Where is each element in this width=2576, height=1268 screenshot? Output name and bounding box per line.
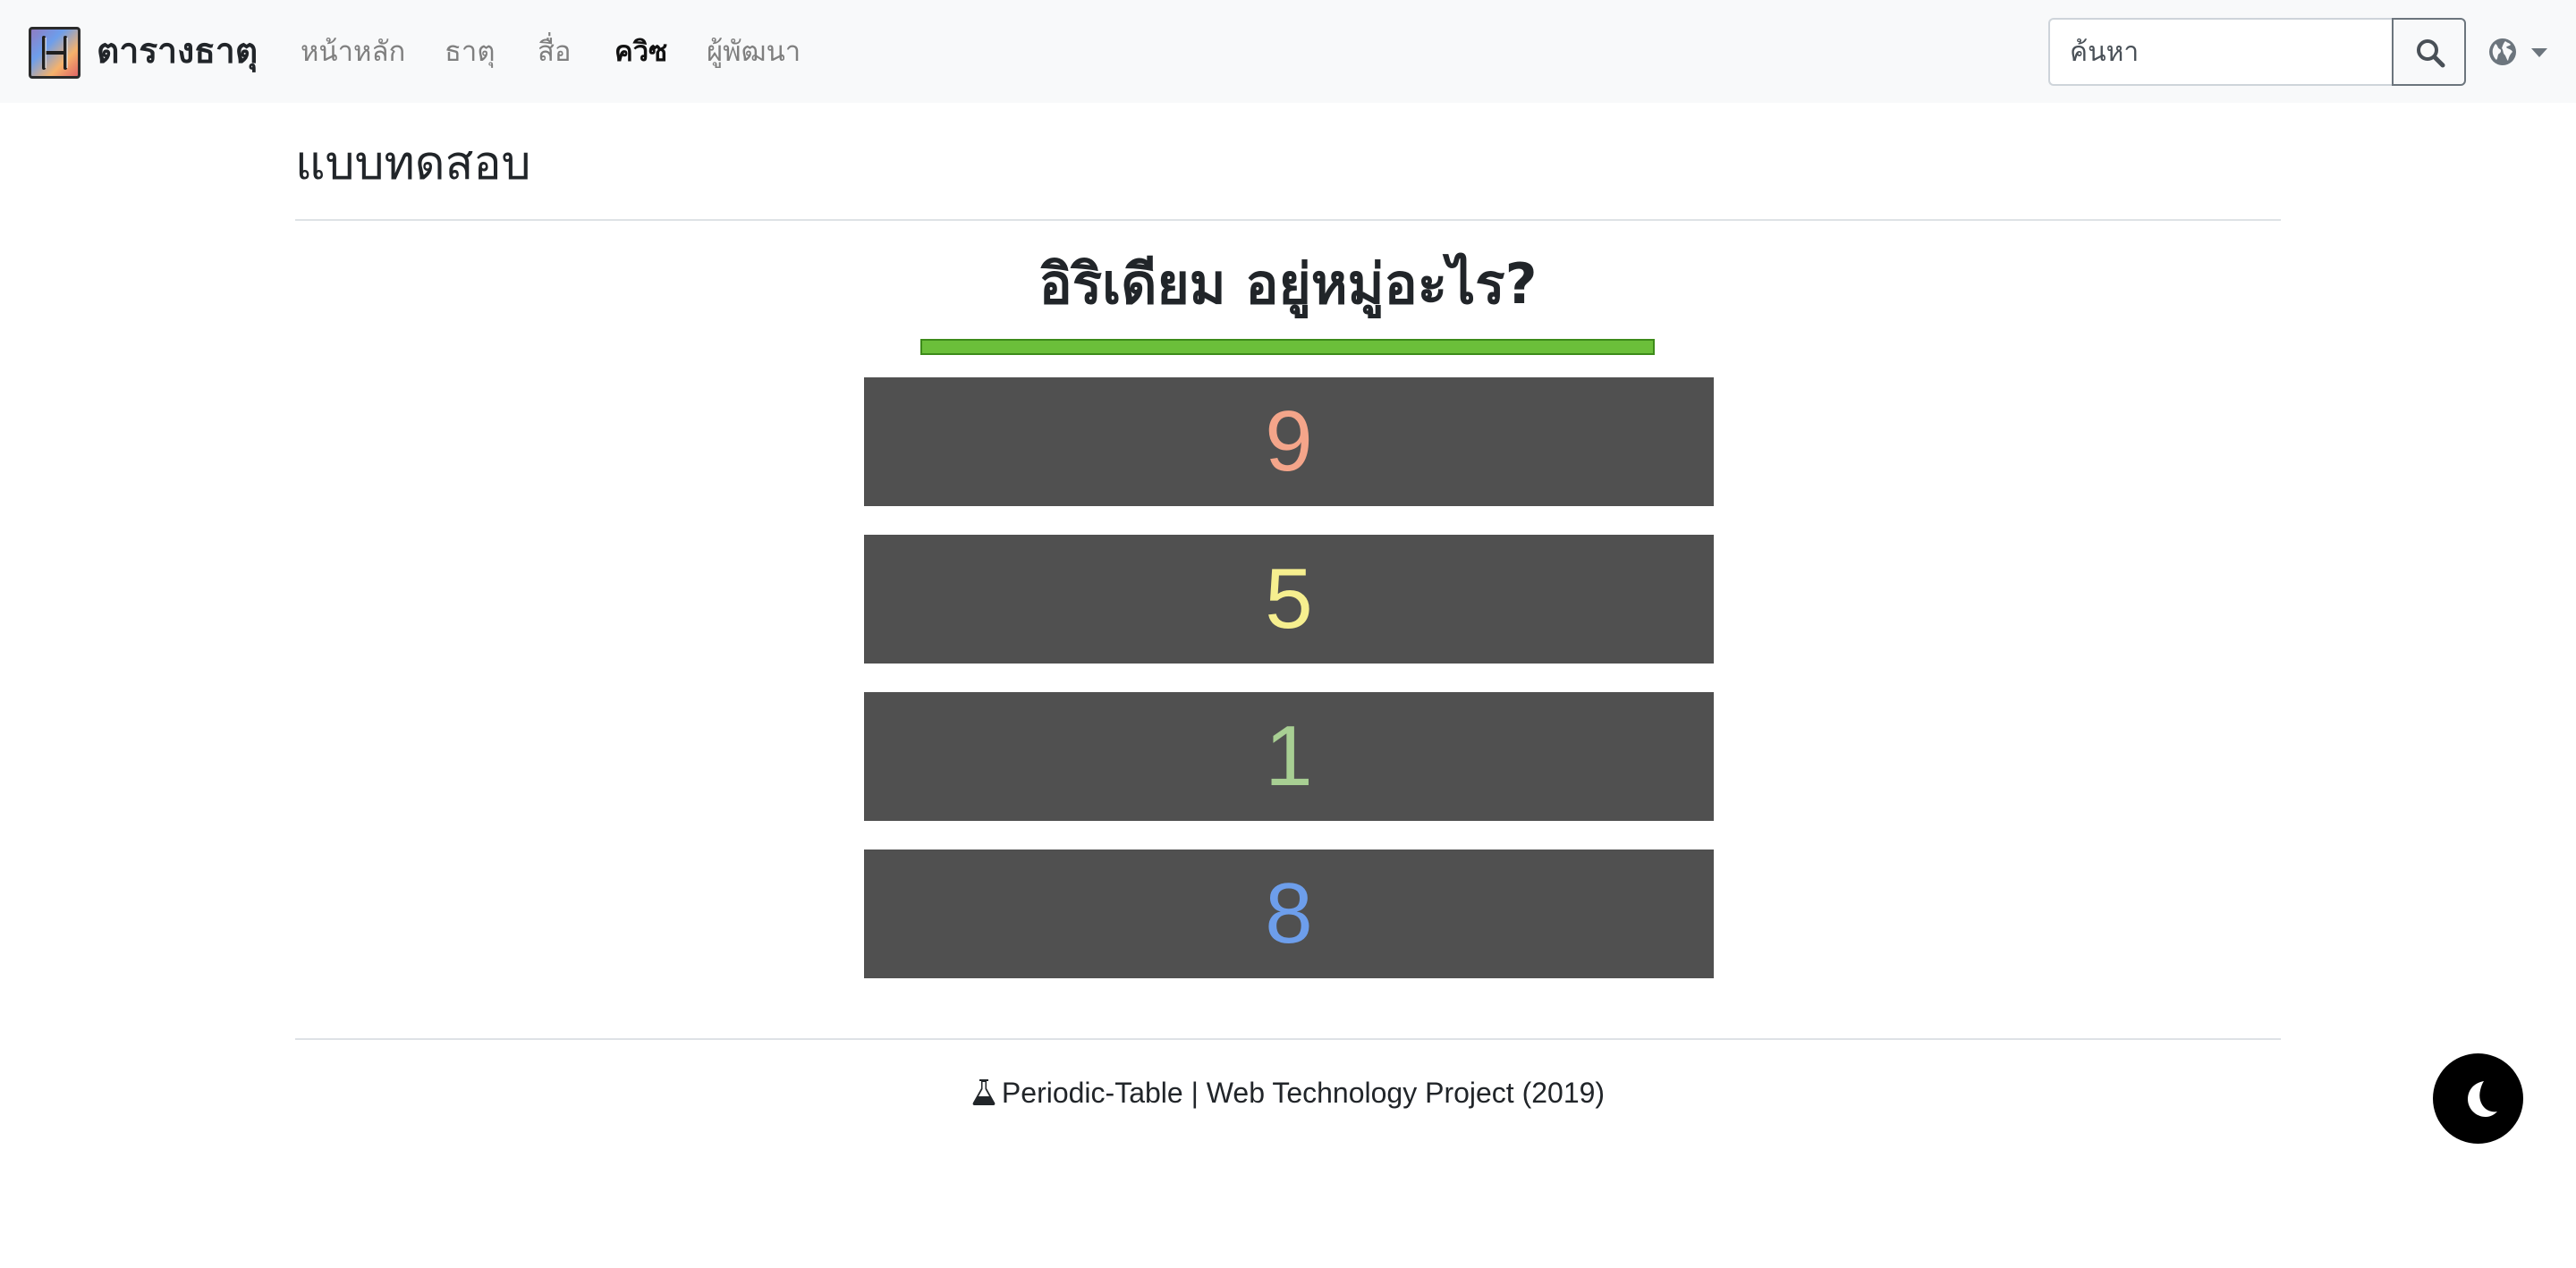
flask-icon	[972, 1079, 996, 1105]
search-icon	[2417, 39, 2445, 68]
search-input[interactable]	[2048, 18, 2393, 86]
title-divider	[295, 219, 2281, 221]
footer-divider	[295, 1038, 2281, 1040]
moon-icon	[2468, 1081, 2497, 1117]
language-dropdown[interactable]	[2488, 36, 2553, 70]
footer: Periodic-Table | Web Technology Project …	[295, 1066, 2281, 1120]
navbar: ตารางธาตุ หน้าหลัก ธาตุ สื่อ ควิซ ผู้พัฒ…	[0, 0, 2576, 103]
timer-bar	[920, 339, 1655, 355]
timer-bar-fill	[922, 341, 1653, 353]
answer-option-4[interactable]: 8	[864, 850, 1714, 978]
answer-option-3[interactable]: 1	[864, 692, 1714, 821]
caret-down-icon	[2531, 48, 2547, 57]
answer-option-1[interactable]: 9	[864, 377, 1714, 506]
globe-icon	[2489, 38, 2516, 65]
nav-link-developers[interactable]: ผู้พัฒนา	[707, 27, 801, 77]
nav-link-elements[interactable]: ธาตุ	[445, 27, 495, 77]
dark-mode-toggle[interactable]	[2433, 1053, 2523, 1144]
nav-link-media[interactable]: สื่อ	[538, 27, 572, 77]
brand-letter-icon	[42, 36, 68, 70]
brand-logo[interactable]	[29, 27, 80, 79]
answer-option-2[interactable]: 5	[864, 535, 1714, 664]
nav-link-home[interactable]: หน้าหลัก	[301, 27, 405, 77]
page-title: แบบทดสอบ	[295, 137, 531, 190]
search-button[interactable]	[2392, 18, 2466, 86]
brand-name[interactable]: ตารางธาตุ	[97, 25, 258, 79]
nav-link-quiz[interactable]: ควิซ	[614, 27, 667, 77]
footer-text: Periodic-Table | Web Technology Project …	[1001, 1077, 1606, 1109]
quiz-question: อิริเดียม อยู่หมู่อะไร?	[1038, 251, 1538, 317]
